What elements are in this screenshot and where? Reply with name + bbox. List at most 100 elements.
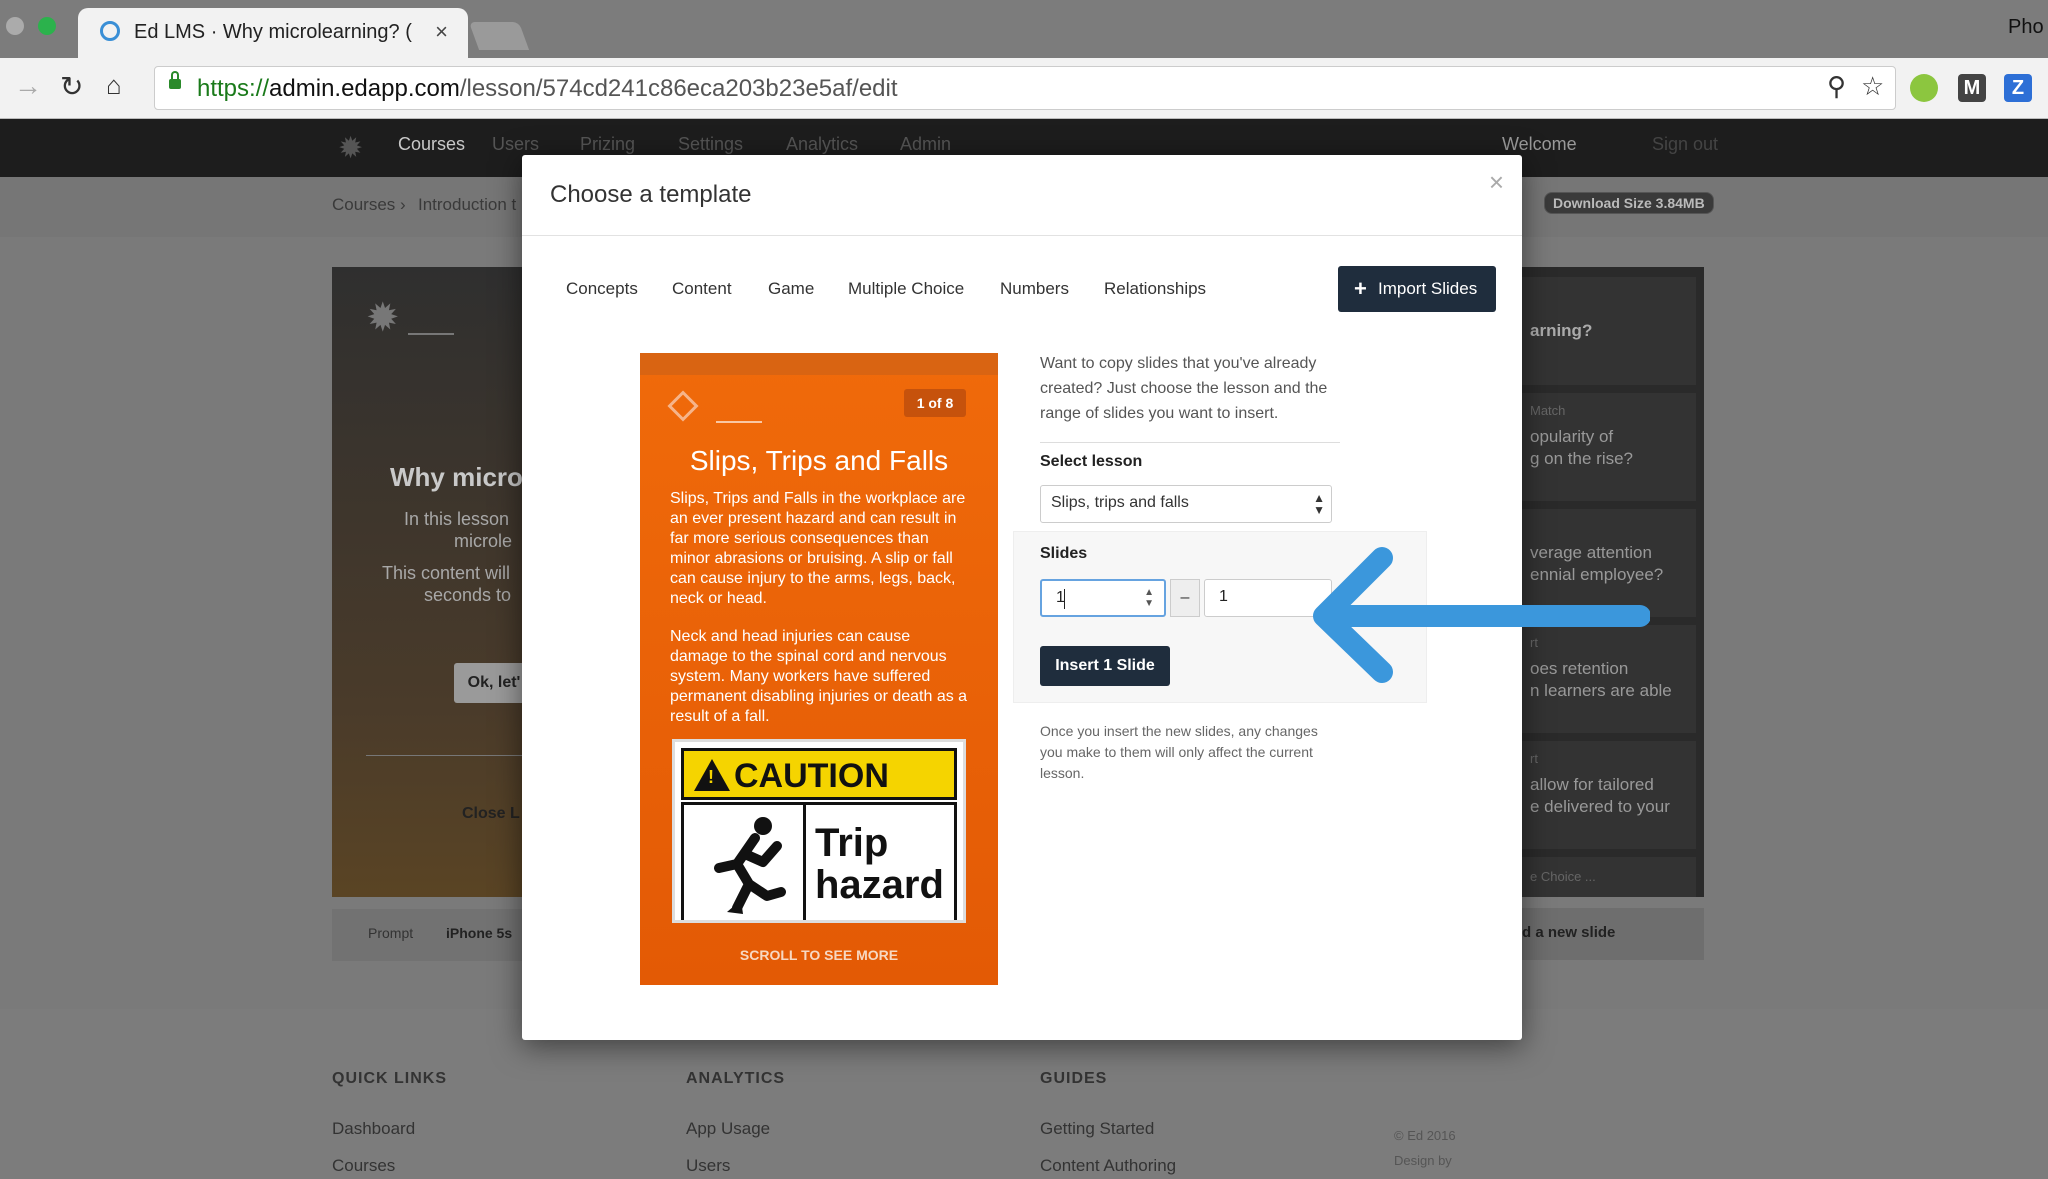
- footer-link-dashboard[interactable]: Dashboard: [332, 1119, 415, 1139]
- tab-concepts[interactable]: Concepts: [566, 279, 638, 299]
- lock-icon: [169, 71, 181, 89]
- plus-icon: +: [1354, 276, 1367, 301]
- tab-title: Ed LMS · Why microlearning? (: [134, 21, 412, 43]
- home-icon[interactable]: ⌂: [106, 70, 122, 101]
- breadcrumb-courses[interactable]: Courses: [332, 195, 395, 215]
- slides-label: Slides: [1040, 545, 1088, 562]
- window-zoom-dot[interactable]: [38, 17, 56, 35]
- slide-paragraph: Slips, Trips and Falls in the workplace …: [670, 490, 966, 607]
- nav-welcome: Welcome: [1502, 134, 1577, 154]
- footer-quicklinks-title: QUICK LINKS: [332, 1070, 447, 1087]
- browser-toolbar: → ↻ ⌂ https://admin.edapp.com/lesson/574…: [0, 58, 2048, 119]
- slide-logo-icon: [667, 390, 699, 422]
- footer-copyright: © Ed 2016: [1394, 1128, 1456, 1143]
- falling-person-icon: [714, 817, 786, 914]
- caution-divider: [803, 802, 806, 920]
- range-separator: –: [1170, 579, 1200, 617]
- gear-logo-icon: ✹: [366, 296, 400, 340]
- footer-analytics-title: ANALYTICS: [686, 1070, 786, 1087]
- extension-m-icon[interactable]: M: [1958, 74, 1986, 102]
- nav-prizing[interactable]: Prizing: [580, 134, 635, 155]
- footer-link-courses[interactable]: Courses: [332, 1156, 395, 1176]
- device-select[interactable]: iPhone 5s: [446, 925, 512, 941]
- slide-list-item[interactable]: Match opularity of g on the rise?: [1508, 393, 1696, 501]
- extension-z-icon[interactable]: Z: [2004, 74, 2032, 102]
- preview-close-lesson[interactable]: Close L: [462, 805, 520, 823]
- footer-link-content-authoring[interactable]: Content Authoring: [1040, 1156, 1176, 1176]
- tab-favicon-icon: [100, 21, 120, 41]
- reload-icon[interactable]: ↻: [60, 70, 83, 103]
- modal-title: Choose a template: [550, 181, 752, 208]
- import-slides-button[interactable]: + Import Slides: [1338, 266, 1496, 312]
- preview-line: seconds to: [424, 585, 512, 605]
- address-bar[interactable]: https://admin.edapp.com/lesson/574cd241c…: [154, 66, 1896, 110]
- slide-list-item[interactable]: rt allow for tailored e delivered to you…: [1508, 741, 1696, 849]
- profile-name[interactable]: Pho: [2008, 16, 2044, 39]
- footer-link-users[interactable]: Users: [686, 1156, 730, 1176]
- nav-analytics[interactable]: Analytics: [786, 134, 858, 155]
- nav-admin[interactable]: Admin: [900, 134, 951, 155]
- callout-arrow-icon: [1313, 547, 1650, 683]
- new-tab-button[interactable]: [468, 22, 530, 50]
- breadcrumb-separator: ›: [400, 195, 406, 214]
- preview-line: microle: [454, 531, 513, 551]
- slide-preview-card: 1 of 8 Slips, Trips and Falls Slips, Tri…: [640, 353, 998, 985]
- browser-tabstrip: Ed LMS · Why microlearning? ( × Pho: [0, 0, 2048, 58]
- modal-close-icon[interactable]: ×: [1489, 167, 1504, 198]
- nav-settings[interactable]: Settings: [678, 134, 743, 155]
- slide-paragraph: Neck and head injuries can cause damage …: [670, 628, 968, 725]
- text-cursor: [1064, 589, 1065, 609]
- footer-link-app-usage[interactable]: App Usage: [686, 1119, 770, 1139]
- tab-content[interactable]: Content: [672, 279, 732, 299]
- url-text[interactable]: https://admin.edapp.com/lesson/574cd241c…: [197, 75, 898, 103]
- footer-link-getting-started[interactable]: Getting Started: [1040, 1119, 1154, 1139]
- gear-logo-icon[interactable]: ✹: [338, 131, 363, 166]
- tab-relationships[interactable]: Relationships: [1104, 279, 1206, 299]
- nav-signout[interactable]: Sign out: [1652, 134, 1718, 155]
- lesson-select-value: Slips, trips and falls: [1051, 494, 1189, 511]
- prompt-select[interactable]: Prompt: [368, 925, 413, 941]
- breadcrumb-lesson[interactable]: Introduction t: [418, 195, 516, 215]
- footer-guides-title: GUIDES: [1040, 1070, 1108, 1087]
- slide-list-item[interactable]: e Choice ...: [1508, 857, 1696, 897]
- preview-title: Why micro: [390, 462, 523, 492]
- insert-slide-button[interactable]: Insert 1 Slide: [1040, 646, 1170, 686]
- add-new-slide-label: d a new slide: [1522, 924, 1616, 941]
- nav-courses[interactable]: Courses: [398, 134, 465, 155]
- number-spinner-icon[interactable]: ▲ ▼: [1144, 587, 1154, 609]
- nav-users[interactable]: Users: [492, 134, 539, 155]
- slide-top-band: [640, 353, 998, 375]
- caution-banner: ! CAUTION: [681, 748, 957, 800]
- tab-close-icon[interactable]: ×: [435, 19, 448, 45]
- insert-note: Once you insert the new slides, any chan…: [1040, 723, 1318, 781]
- caution-sign-image: ! CAUTION Trip hazard: [672, 739, 966, 923]
- preview-line: This content will: [382, 563, 511, 583]
- slide-logo-underline: [716, 421, 762, 423]
- modal-header: Choose a template ×: [522, 155, 1522, 236]
- extension-globe-icon[interactable]: [1910, 74, 1938, 102]
- slide-title: Slips, Trips and Falls: [689, 445, 949, 476]
- slide-counter-badge: 1 of 8: [904, 389, 966, 417]
- zoom-magnifier-icon[interactable]: ⚲: [1827, 71, 1846, 102]
- logo-underline: [408, 333, 454, 335]
- preview-line: In this lesson: [404, 509, 510, 529]
- bookmark-star-icon[interactable]: ☆: [1861, 71, 1884, 102]
- window-close-dot[interactable]: [6, 17, 24, 35]
- range-from-input[interactable]: 1 ▲ ▼: [1040, 579, 1166, 617]
- add-new-slide-button[interactable]: d a new slide: [1500, 908, 1704, 960]
- select-arrows-icon: ▲ ▼: [1313, 491, 1325, 517]
- tab-numbers[interactable]: Numbers: [1000, 279, 1069, 299]
- select-lesson-label: Select lesson: [1040, 453, 1143, 470]
- forward-arrow-icon[interactable]: →: [14, 70, 42, 102]
- slide-list-item[interactable]: arning?: [1508, 277, 1696, 385]
- divider: [1040, 442, 1340, 443]
- tab-game[interactable]: Game: [768, 279, 814, 299]
- scroll-hint: SCROLL TO SEE MORE: [739, 947, 899, 963]
- footer-design-by: Design by: [1394, 1153, 1452, 1168]
- caution-word: CAUTION: [734, 757, 889, 795]
- lesson-select[interactable]: Slips, trips and falls ▲ ▼: [1040, 485, 1332, 523]
- browser-tab[interactable]: Ed LMS · Why microlearning? ( ×: [78, 8, 468, 58]
- download-size-badge: Download Size 3.84MB: [1544, 192, 1714, 214]
- trip-hazard-text: Trip hazard: [815, 821, 944, 907]
- tab-multiple-choice[interactable]: Multiple Choice: [848, 279, 964, 299]
